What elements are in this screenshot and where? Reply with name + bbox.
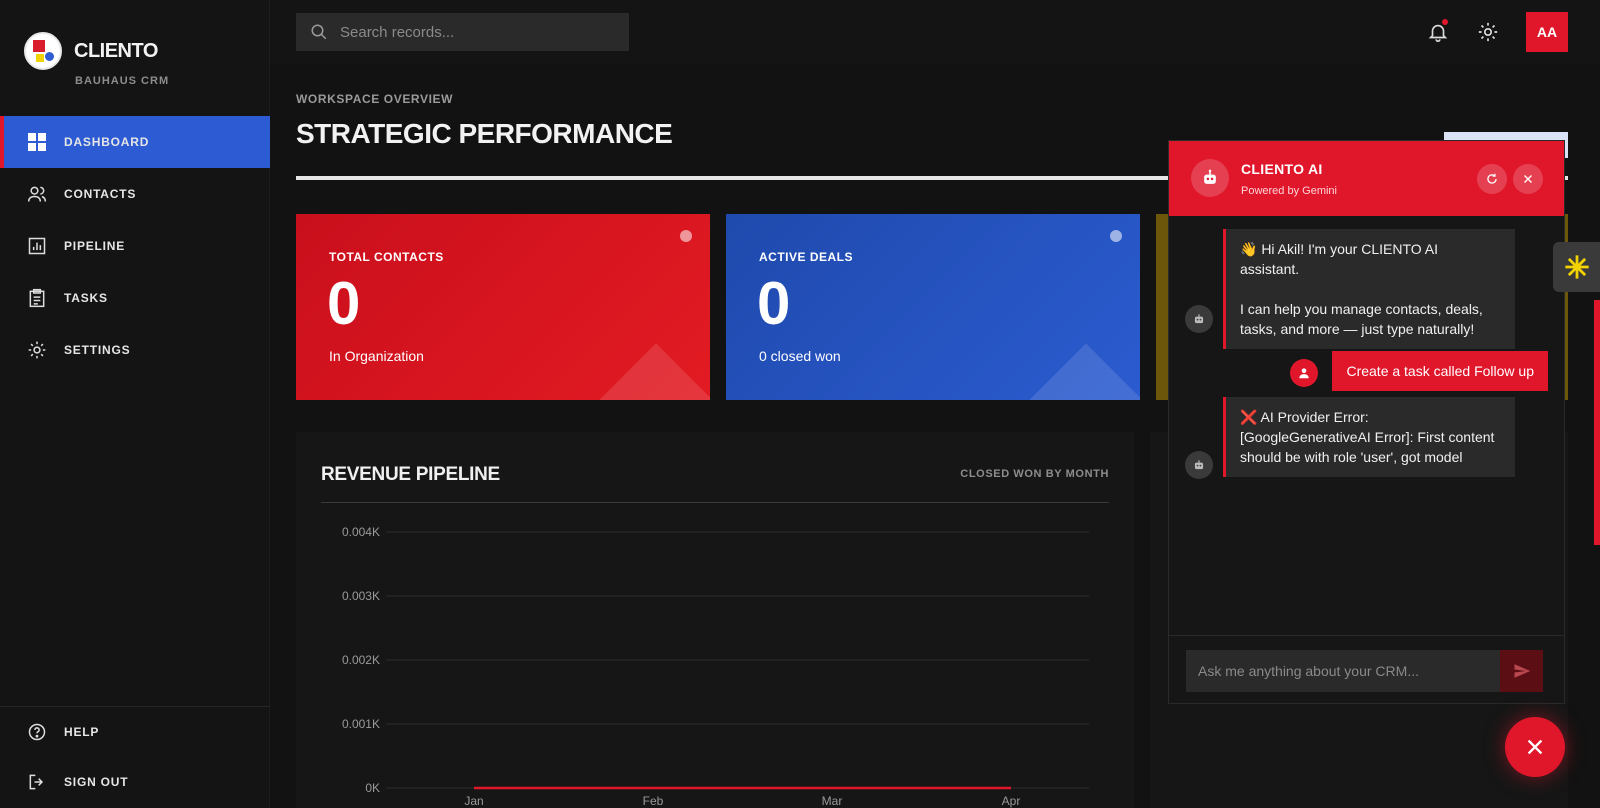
stat-subtext: In Organization <box>329 348 424 364</box>
gear-icon <box>26 339 48 361</box>
y-tick-label: 0.002K <box>342 653 380 667</box>
sidebar-item-label: CONTACTS <box>64 187 137 201</box>
chat-toggle-button[interactable] <box>1505 717 1565 777</box>
brand-subtitle: BAUHAUS CRM <box>75 75 170 87</box>
search-box[interactable] <box>296 13 629 51</box>
stat-label: ACTIVE DEALS <box>759 250 854 264</box>
scroll-accent <box>1594 300 1600 545</box>
topbar-actions: AA <box>1408 12 1568 52</box>
stat-value: 0 <box>327 270 361 337</box>
status-dot <box>680 230 692 242</box>
app-root: CLIENTO BAUHAUS CRM DASHBOARD CONTACTS P… <box>0 0 1600 808</box>
x-tick-label: Mar <box>822 794 843 808</box>
y-tick-label: 0K <box>365 781 380 795</box>
page-title: STRATEGIC PERFORMANCE <box>296 118 673 149</box>
side-widget-tab[interactable] <box>1553 242 1600 292</box>
user-message-avatar <box>1290 359 1318 387</box>
panel-title: REVENUE PIPELINE <box>321 464 500 485</box>
sidebar-item-label: PIPELINE <box>64 239 126 253</box>
ai-chat-panel: CLIENTO AI Powered by Gemini 👋 Hi Akil! … <box>1168 140 1565 704</box>
decorative-diamond <box>1029 343 1140 400</box>
brand-name: CLIENTO <box>74 39 158 62</box>
sidebar: CLIENTO BAUHAUS CRM DASHBOARD CONTACTS P… <box>0 0 270 808</box>
chat-input[interactable] <box>1186 650 1500 692</box>
sign-out-icon <box>26 771 48 793</box>
user-icon <box>1299 368 1309 379</box>
y-tick-label: 0.003K <box>342 589 380 603</box>
refresh-icon <box>1487 173 1497 184</box>
gear-icon <box>1478 22 1498 42</box>
sidebar-item-settings[interactable]: SETTINGS <box>0 324 270 376</box>
message-text: ❌ AI Provider Error: [GoogleGenerativeAI… <box>1240 409 1495 465</box>
sparkle-icon <box>1564 255 1589 279</box>
x-tick-label: Jan <box>464 794 483 808</box>
sidebar-item-help[interactable]: HELP <box>0 707 270 757</box>
revenue-chart: 0K 0.001K 0.002K 0.003K 0.004K Jan Feb Mar Apr <box>342 525 1089 808</box>
bot-avatar <box>1185 305 1213 333</box>
sidebar-item-label: SIGN OUT <box>64 775 129 789</box>
decorative-diamond <box>599 343 710 400</box>
sidebar-bottom: HELP SIGN OUT <box>0 706 270 807</box>
y-tick-label: 0.001K <box>342 717 380 731</box>
panel-divider <box>321 502 1109 503</box>
sidebar-item-contacts[interactable]: CONTACTS <box>0 168 270 220</box>
users-icon <box>26 183 48 205</box>
chat-close-button[interactable] <box>1513 164 1543 194</box>
clipboard-icon <box>26 287 48 309</box>
bauhaus-logo-icon <box>24 32 62 70</box>
help-icon <box>26 721 48 743</box>
stat-label: TOTAL CONTACTS <box>329 250 444 264</box>
panel-meta: CLOSED WON BY MONTH <box>960 468 1109 480</box>
sidebar-item-label: HELP <box>64 725 100 739</box>
stat-card-total-contacts[interactable]: TOTAL CONTACTS 0 In Organization <box>296 214 710 400</box>
search-icon <box>311 24 327 40</box>
chat-title: CLIENTO AI <box>1241 161 1323 177</box>
grid-icon <box>26 131 48 153</box>
sidebar-nav: DASHBOARD CONTACTS PIPELINE TASKS SETTIN… <box>0 116 270 376</box>
message-text: 👋 Hi Akil! I'm your CLIENTO AI assistant… <box>1240 241 1439 277</box>
chat-message-user: Create a task called Follow up <box>1332 351 1548 391</box>
bot-avatar <box>1185 451 1213 479</box>
search-input[interactable] <box>340 23 610 41</box>
sidebar-item-dashboard[interactable]: DASHBOARD <box>0 116 270 168</box>
status-dot <box>1110 230 1122 242</box>
sidebar-item-tasks[interactable]: TASKS <box>0 272 270 324</box>
chart-icon <box>26 235 48 257</box>
sidebar-item-pipeline[interactable]: PIPELINE <box>0 220 270 272</box>
brand[interactable]: CLIENTO <box>24 32 158 70</box>
chat-header: CLIENTO AI Powered by Gemini <box>1169 141 1564 216</box>
chat-subtitle: Powered by Gemini <box>1241 185 1337 197</box>
page-eyebrow: WORKSPACE OVERVIEW <box>296 92 454 106</box>
chat-message-bot-error: ❌ AI Provider Error: [GoogleGenerativeAI… <box>1223 397 1515 477</box>
stat-card-active-deals[interactable]: ACTIVE DEALS 0 0 closed won <box>726 214 1140 400</box>
chat-footer <box>1169 635 1564 703</box>
close-icon <box>1524 175 1532 183</box>
send-icon <box>1514 664 1530 678</box>
user-avatar[interactable]: AA <box>1526 12 1568 52</box>
robot-icon <box>1194 460 1204 470</box>
chat-message-bot: 👋 Hi Akil! I'm your CLIENTO AI assistant… <box>1223 229 1515 349</box>
stat-value: 0 <box>757 270 791 337</box>
sidebar-item-sign-out[interactable]: SIGN OUT <box>0 757 270 807</box>
chat-reset-button[interactable] <box>1477 164 1507 194</box>
revenue-pipeline-panel: REVENUE PIPELINE CLOSED WON BY MONTH 0K 0… <box>296 432 1134 808</box>
message-text: I can help you manage contacts, deals, t… <box>1240 301 1483 337</box>
sidebar-item-label: SETTINGS <box>64 343 131 357</box>
robot-icon <box>1194 314 1204 324</box>
y-tick-label: 0.004K <box>342 525 380 539</box>
notifications-button[interactable] <box>1418 12 1458 52</box>
x-tick-label: Feb <box>643 794 664 808</box>
topbar: AA <box>271 0 1600 64</box>
robot-icon <box>1191 159 1229 197</box>
close-icon <box>1527 739 1543 755</box>
stat-subtext: 0 closed won <box>759 348 841 364</box>
sidebar-item-label: TASKS <box>64 291 108 305</box>
notification-dot <box>1442 19 1448 25</box>
settings-button[interactable] <box>1468 12 1508 52</box>
x-tick-label: Apr <box>1002 794 1021 808</box>
send-button[interactable] <box>1500 650 1543 692</box>
sidebar-item-label: DASHBOARD <box>64 135 150 149</box>
